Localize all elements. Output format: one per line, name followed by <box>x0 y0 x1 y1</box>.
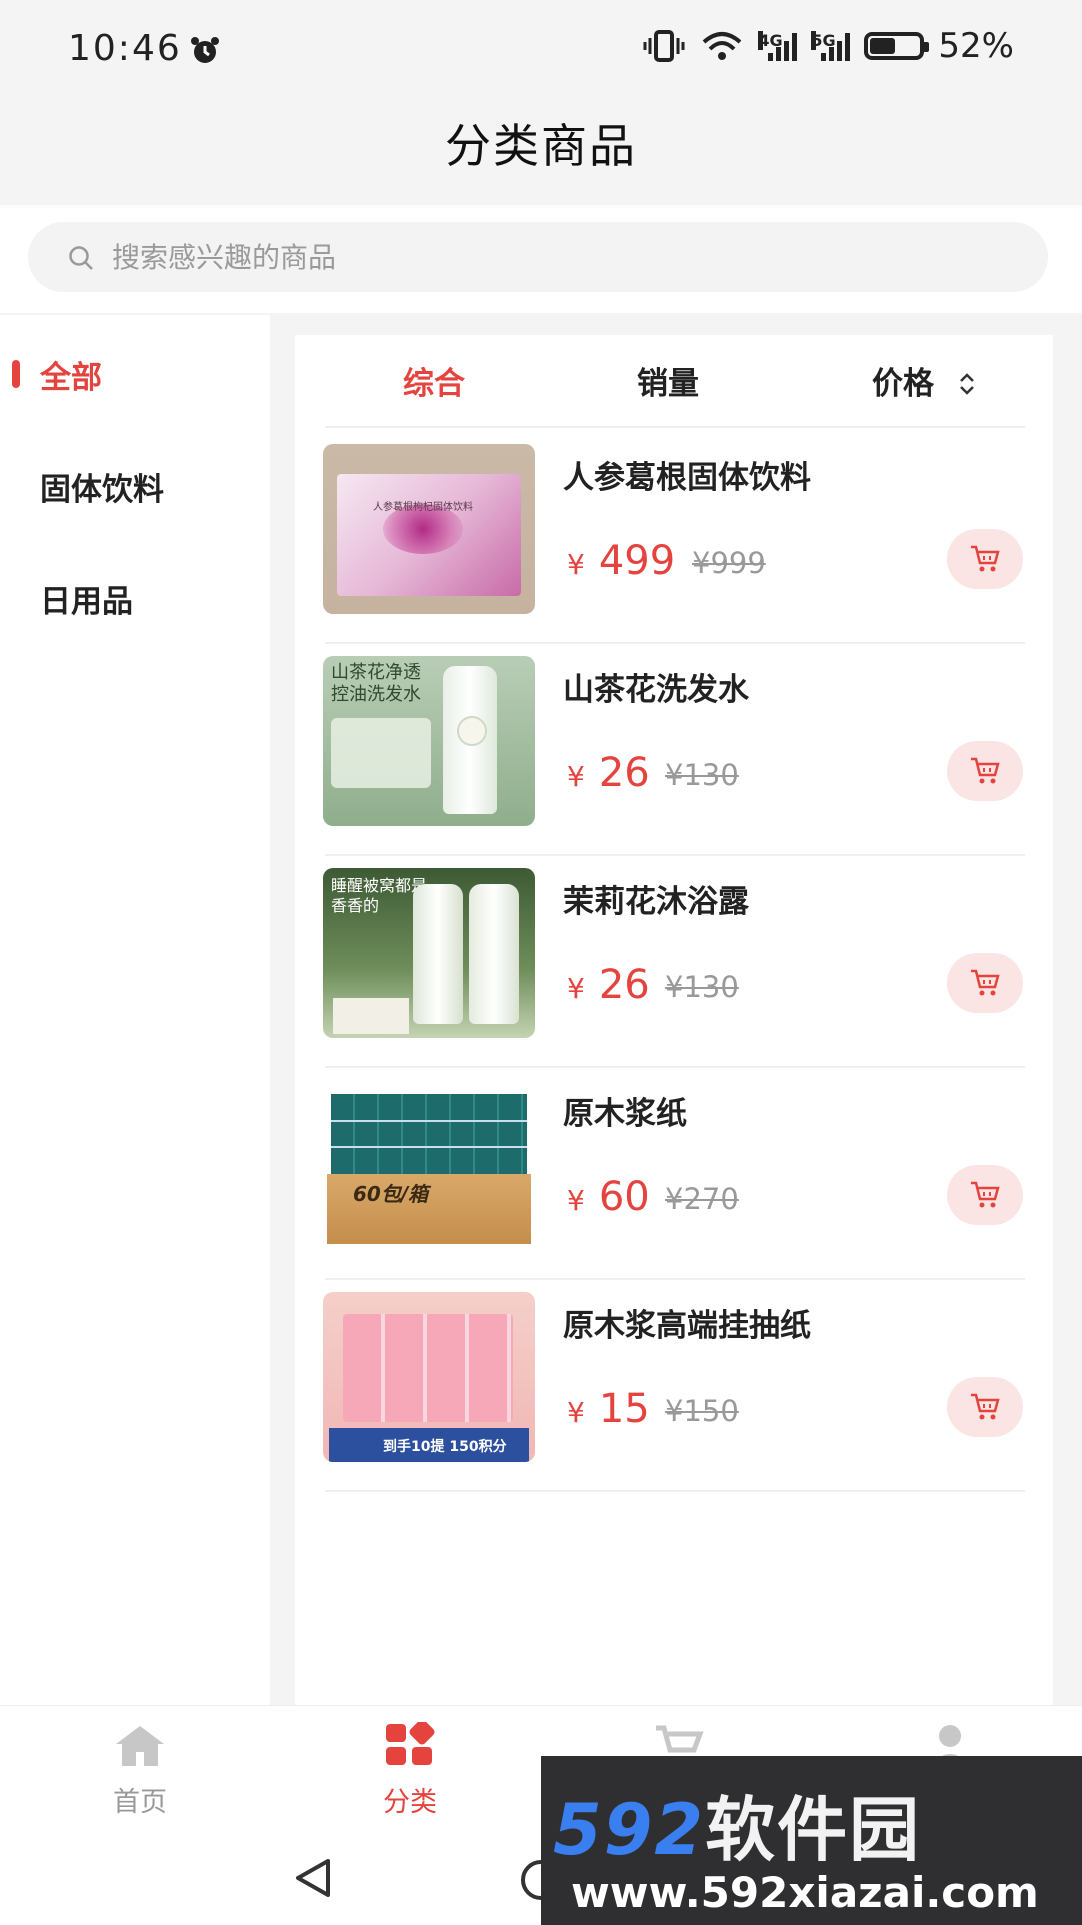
product-card[interactable]: 人参葛根枸杞固体饮料 人参葛根固体饮料 ¥499 ¥999 <box>320 432 1025 644</box>
add-to-cart-button[interactable] <box>947 1377 1023 1437</box>
nav-item-home[interactable]: 首页 <box>70 1722 210 1819</box>
product-card[interactable]: 睡醒被窝都是 香香的 茉莉花沐浴露 ¥26 ¥130 <box>320 856 1025 1068</box>
watermark-url: www.592xiazai.com <box>571 1868 1039 1917</box>
product-image-label: 60包/箱 <box>353 1182 429 1206</box>
product-card[interactable]: 60包/箱 原木浆纸 ¥60 ¥270 <box>320 1068 1025 1280</box>
product-image[interactable]: 人参葛根枸杞固体饮料 <box>323 444 535 614</box>
product-original-price: ¥270 <box>665 1182 739 1216</box>
product-image[interactable]: 睡醒被窝都是 香香的 <box>323 868 535 1038</box>
cart-icon <box>971 757 1000 784</box>
nav-item-category[interactable]: 分类 <box>340 1719 480 1819</box>
product-image[interactable]: 60包/箱 <box>323 1080 535 1250</box>
add-to-cart-button[interactable] <box>947 741 1023 801</box>
product-price: ¥26 <box>567 962 650 1008</box>
watermark-logo: 592软件园 <box>553 1789 922 1871</box>
product-image-label: 山茶花净透 控油洗发水 <box>331 662 421 705</box>
sidebar-item-solid-drinks[interactable]: 固体饮料 <box>40 464 164 509</box>
product-card[interactable]: 到手10提 150积分 原木浆高端挂抽纸 ¥15 ¥150 <box>320 1280 1025 1492</box>
product-divider <box>325 1490 1025 1492</box>
add-to-cart-button[interactable] <box>947 1165 1023 1225</box>
cart-icon <box>971 969 1000 996</box>
signal-4g-icon: 4G <box>758 31 798 61</box>
product-name[interactable]: 山茶花洗发水 <box>563 664 749 709</box>
product-name[interactable]: 原木浆高端挂抽纸 <box>563 1300 811 1345</box>
product-price: ¥15 <box>567 1386 650 1432</box>
sidebar-item-daily-goods[interactable]: 日用品 <box>40 576 133 621</box>
alarm-icon <box>191 37 219 63</box>
battery-percent: 52% <box>938 26 1014 66</box>
product-original-price: ¥130 <box>665 758 739 792</box>
sort-arrows-icon[interactable] <box>958 371 976 397</box>
product-original-price: ¥130 <box>665 970 739 1004</box>
product-image-label: 人参葛根枸杞固体饮料 <box>373 502 473 513</box>
status-bar: 10:46 4G 5G 52% <box>0 0 1082 100</box>
vibrate-icon <box>643 30 685 62</box>
battery-icon <box>864 32 930 60</box>
product-name[interactable]: 茉莉花沐浴露 <box>563 876 749 921</box>
wifi-icon <box>703 32 742 60</box>
product-original-price: ¥150 <box>665 1394 739 1428</box>
sidebar-item-all[interactable]: 全部 <box>40 352 102 397</box>
battery-level <box>870 38 896 54</box>
product-image[interactable]: 到手10提 150积分 <box>323 1292 535 1462</box>
status-time: 10:46 <box>68 28 182 69</box>
product-price: ¥499 <box>567 538 676 584</box>
search-icon <box>69 246 93 270</box>
back-nav-icon[interactable] <box>290 1855 336 1901</box>
add-to-cart-button[interactable] <box>947 953 1023 1013</box>
page-title: 分类商品 <box>445 119 637 173</box>
cart-icon <box>971 545 1000 572</box>
category-sidebar <box>0 315 270 1705</box>
product-card[interactable]: 山茶花净透 控油洗发水 山茶花洗发水 ¥26 ¥130 <box>320 644 1025 856</box>
search-input[interactable] <box>112 236 912 278</box>
home-icon <box>116 1726 164 1766</box>
cart-icon <box>971 1181 1000 1208</box>
product-original-price: ¥999 <box>692 546 766 580</box>
product-price: ¥26 <box>567 750 650 796</box>
product-image[interactable]: 山茶花净透 控油洗发水 <box>323 656 535 826</box>
product-image-label: 到手10提 150积分 <box>383 1439 507 1455</box>
status-icons: 4G 5G 52% <box>642 26 1014 66</box>
sort-tab-sales[interactable]: 销量 <box>637 358 699 403</box>
product-name[interactable]: 原木浆纸 <box>563 1088 687 1133</box>
sort-divider <box>325 426 1025 428</box>
cart-icon <box>971 1393 1000 1420</box>
active-category-indicator <box>12 360 20 388</box>
sort-tab-price[interactable]: 价格 <box>872 358 934 403</box>
watermark-overlay: 592软件园 www.592xiazai.com <box>541 1756 1082 1925</box>
signal-5g-icon: 5G <box>811 31 851 61</box>
add-to-cart-button[interactable] <box>947 529 1023 589</box>
product-price: ¥60 <box>567 1174 650 1220</box>
product-name[interactable]: 人参葛根固体饮料 <box>563 452 811 497</box>
sort-tab-overall[interactable]: 综合 <box>403 358 465 403</box>
category-icon <box>386 1719 435 1765</box>
nav-label-home: 首页 <box>113 1787 167 1818</box>
nav-label-category: 分类 <box>383 1787 437 1818</box>
